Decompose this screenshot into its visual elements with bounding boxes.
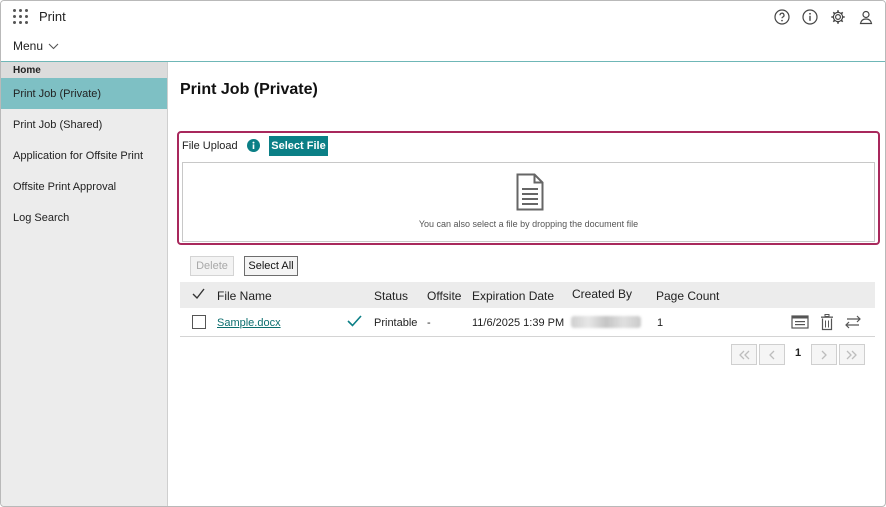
next-page-button[interactable] bbox=[811, 344, 837, 365]
sidebar-item-print-job-shared[interactable]: Print Job (Shared) bbox=[1, 109, 167, 140]
select-file-button[interactable]: Select File bbox=[269, 136, 328, 156]
gear-icon[interactable] bbox=[829, 8, 847, 26]
app-grid-icon[interactable] bbox=[13, 9, 29, 25]
app-window: Print Menu Home Print Job (Private) Prin… bbox=[0, 0, 886, 507]
drop-hint-text: You can also select a file by dropping t… bbox=[418, 219, 639, 229]
chevron-down-icon bbox=[48, 43, 59, 49]
file-upload-panel: File Upload Select File You can also sel… bbox=[177, 131, 880, 245]
first-page-button[interactable] bbox=[731, 344, 757, 365]
info-icon[interactable] bbox=[247, 139, 260, 152]
header-icons bbox=[773, 8, 875, 26]
current-page-number[interactable]: 1 bbox=[792, 347, 804, 359]
file-upload-label: File Upload bbox=[182, 140, 238, 152]
chevron-left-icon bbox=[769, 350, 775, 359]
sidebar-item-print-job-private[interactable]: Print Job (Private) bbox=[1, 78, 167, 109]
sidebar-item-label: Log Search bbox=[13, 212, 70, 224]
table-row: Sample.docx Printable - 11/6/2025 1:39 P… bbox=[180, 308, 875, 337]
info-icon[interactable] bbox=[801, 8, 819, 26]
page-count-cell: 1 bbox=[657, 317, 664, 329]
select-all-button[interactable]: Select All bbox=[244, 256, 298, 276]
column-header-file-name[interactable]: File Name bbox=[217, 289, 272, 303]
page-title: Print Job (Private) bbox=[180, 81, 318, 98]
column-header-offsite[interactable]: Offsite bbox=[427, 289, 461, 303]
transfer-icon[interactable] bbox=[843, 313, 863, 331]
header: Print Menu bbox=[1, 1, 885, 62]
double-chevron-right-icon bbox=[846, 350, 857, 359]
file-name-link[interactable]: Sample.docx bbox=[217, 317, 281, 329]
column-header-created-by[interactable]: Created By bbox=[572, 287, 632, 301]
double-chevron-left-icon bbox=[739, 350, 750, 359]
sidebar-item-offsite-approval[interactable]: Offsite Print Approval bbox=[1, 171, 167, 202]
sidebar: Home Print Job (Private) Print Job (Shar… bbox=[1, 62, 168, 506]
column-header-page-count[interactable]: Page Count bbox=[656, 289, 719, 303]
table-header: File Name Status Offsite Expiration Date… bbox=[180, 282, 875, 308]
offsite-cell: - bbox=[427, 317, 431, 329]
printable-check-icon bbox=[347, 315, 362, 327]
file-drop-zone[interactable]: You can also select a file by dropping t… bbox=[182, 162, 875, 242]
sidebar-item-label: Print Job (Shared) bbox=[13, 119, 103, 131]
trash-icon[interactable] bbox=[817, 313, 837, 331]
row-checkbox[interactable] bbox=[192, 315, 206, 329]
menu-toggle[interactable]: Menu bbox=[13, 39, 59, 53]
previous-page-button[interactable] bbox=[759, 344, 785, 365]
column-header-status[interactable]: Status bbox=[374, 289, 408, 303]
sidebar-item-offsite-application[interactable]: Application for Offsite Print bbox=[1, 140, 167, 171]
delete-button[interactable]: Delete bbox=[190, 256, 234, 276]
sidebar-item-label: Application for Offsite Print bbox=[13, 150, 144, 162]
print-settings-icon[interactable] bbox=[790, 313, 810, 331]
menu-label: Menu bbox=[13, 39, 44, 53]
document-icon bbox=[516, 173, 544, 211]
status-cell: Printable bbox=[374, 317, 418, 329]
app-title: Print bbox=[39, 9, 66, 24]
sidebar-item-label: Offsite Print Approval bbox=[13, 181, 117, 193]
created-by-redacted bbox=[571, 316, 641, 328]
chevron-right-icon bbox=[821, 350, 827, 359]
sidebar-home-label: Home bbox=[1, 62, 167, 78]
help-icon[interactable] bbox=[773, 8, 791, 26]
check-icon[interactable] bbox=[192, 288, 205, 300]
column-header-expiration-date[interactable]: Expiration Date bbox=[472, 289, 554, 303]
expiration-date-cell: 11/6/2025 1:39 PM bbox=[472, 317, 565, 329]
sidebar-item-log-search[interactable]: Log Search bbox=[1, 202, 167, 233]
sidebar-item-label: Print Job (Private) bbox=[13, 88, 102, 100]
main-content: Print Job (Private) File Upload Select F… bbox=[169, 62, 885, 506]
user-icon[interactable] bbox=[857, 8, 875, 26]
last-page-button[interactable] bbox=[839, 344, 865, 365]
